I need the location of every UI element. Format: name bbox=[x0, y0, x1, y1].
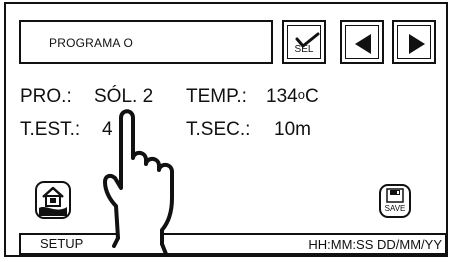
temperature-number: 134 bbox=[266, 86, 298, 107]
status-bar: SETUP HH:MM:SS DD/MM/YY bbox=[19, 233, 447, 255]
degree-sign: o bbox=[297, 87, 305, 102]
save-label: SAVE bbox=[384, 204, 406, 213]
setup-label: SETUP bbox=[40, 236, 84, 251]
drying-time-value: 10m bbox=[274, 119, 311, 140]
previous-button-inner bbox=[345, 25, 379, 59]
triangle-left-icon bbox=[355, 34, 371, 54]
temperature-unit: C bbox=[304, 86, 319, 107]
floppy-disk-icon bbox=[379, 184, 411, 218]
program-display: PROGRAMA O bbox=[19, 20, 273, 64]
device-screen: PROGRAMA O SEL PRO.: SÓL. 2 TEMP.: 134oC… bbox=[4, 2, 448, 257]
next-button-inner bbox=[397, 25, 431, 59]
select-button[interactable]: SEL bbox=[282, 20, 326, 64]
next-button[interactable] bbox=[392, 20, 436, 64]
temperature-value: 134oC bbox=[266, 86, 319, 108]
date-time-display: HH:MM:SS DD/MM/YY bbox=[308, 237, 442, 252]
temperature-label: TEMP.: bbox=[186, 86, 247, 107]
select-button-inner: SEL bbox=[287, 25, 321, 59]
triangle-right-icon bbox=[409, 34, 425, 54]
select-label: SEL bbox=[294, 44, 314, 55]
setup-button[interactable] bbox=[34, 180, 72, 225]
program-label: PROGRAMA O bbox=[49, 36, 134, 50]
program-field-label: PRO.: bbox=[20, 86, 72, 107]
previous-button[interactable] bbox=[340, 20, 384, 64]
house-setup-icon bbox=[35, 181, 71, 219]
pointing-hand-icon bbox=[103, 109, 174, 256]
sterilization-time-label: T.EST.: bbox=[20, 119, 81, 140]
drying-time-label: T.SEC.: bbox=[186, 119, 251, 140]
save-button[interactable]: SAVE bbox=[378, 183, 412, 224]
